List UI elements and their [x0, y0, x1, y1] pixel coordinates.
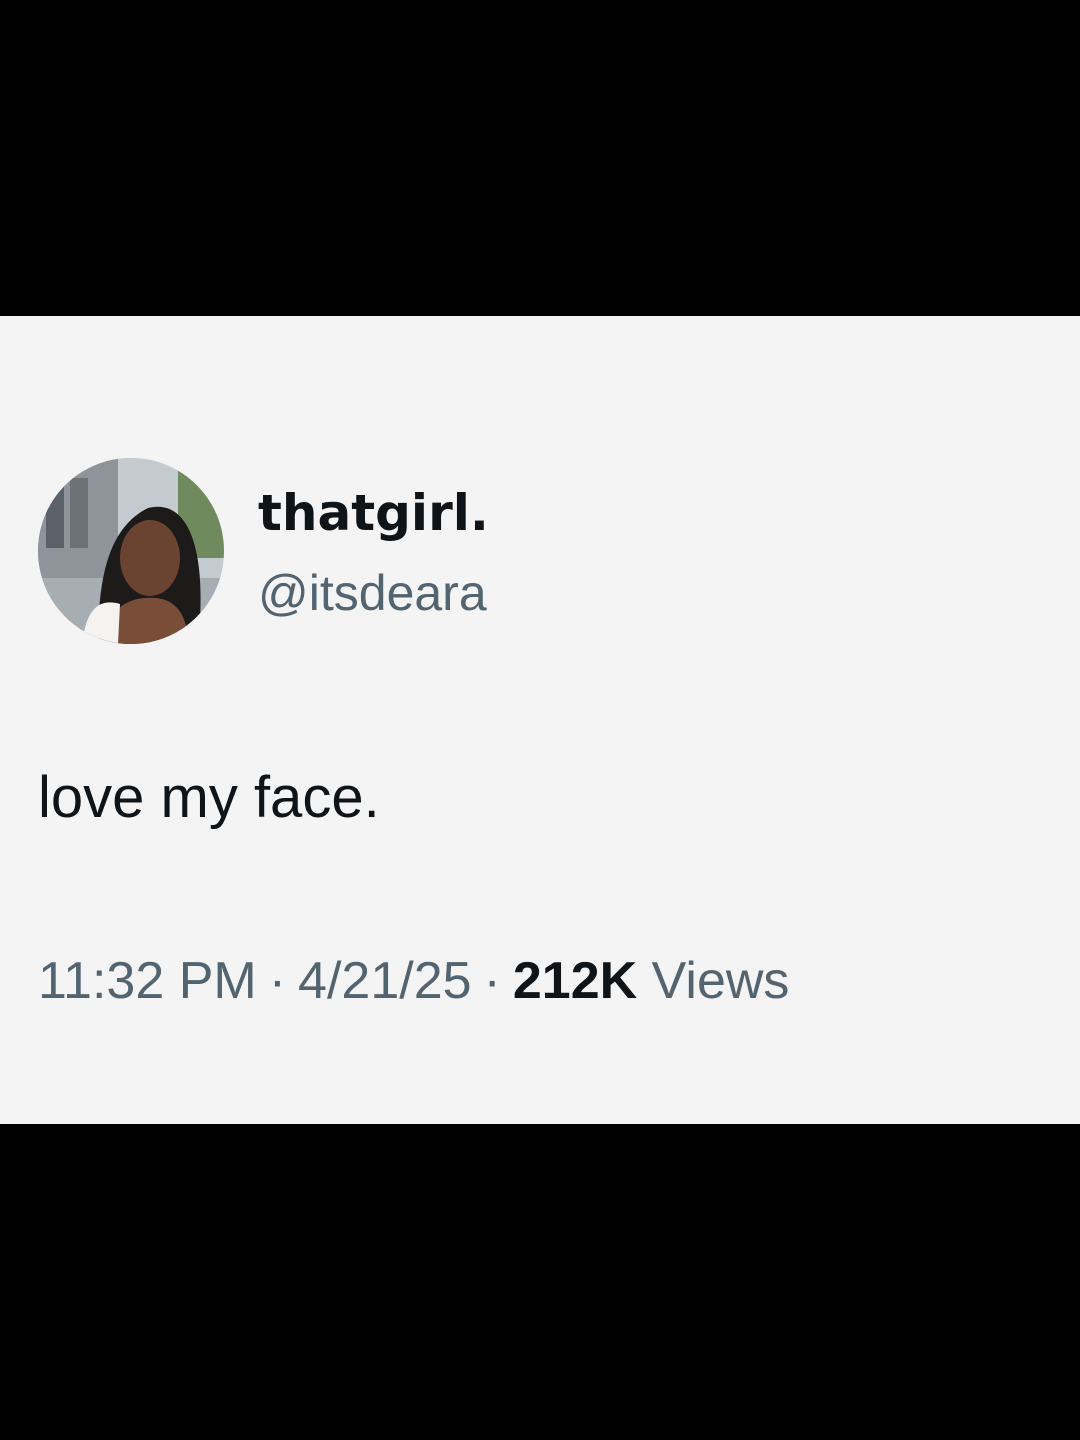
views-label[interactable]: Views [652, 952, 790, 1010]
screenshot-frame: thatgirl. @itsdeara love my face. 11:32 … [0, 0, 1080, 1440]
tweet-date[interactable]: 4/21/25 [298, 952, 472, 1010]
avatar[interactable] [38, 458, 224, 644]
tweet-time[interactable]: 11:32 PM [38, 952, 257, 1010]
user-handle[interactable]: @itsdeara [258, 560, 487, 626]
views-count[interactable]: 212K [513, 952, 637, 1010]
display-name[interactable]: thatgirl. [258, 478, 489, 548]
tweet-metadata: 11:32 PM · 4/21/25 · 212K Views [38, 946, 789, 1016]
avatar-photo [38, 458, 224, 644]
separator-dot: · [483, 952, 501, 1010]
tweet-text: love my face. [38, 765, 380, 830]
separator-dot: · [268, 952, 287, 1010]
